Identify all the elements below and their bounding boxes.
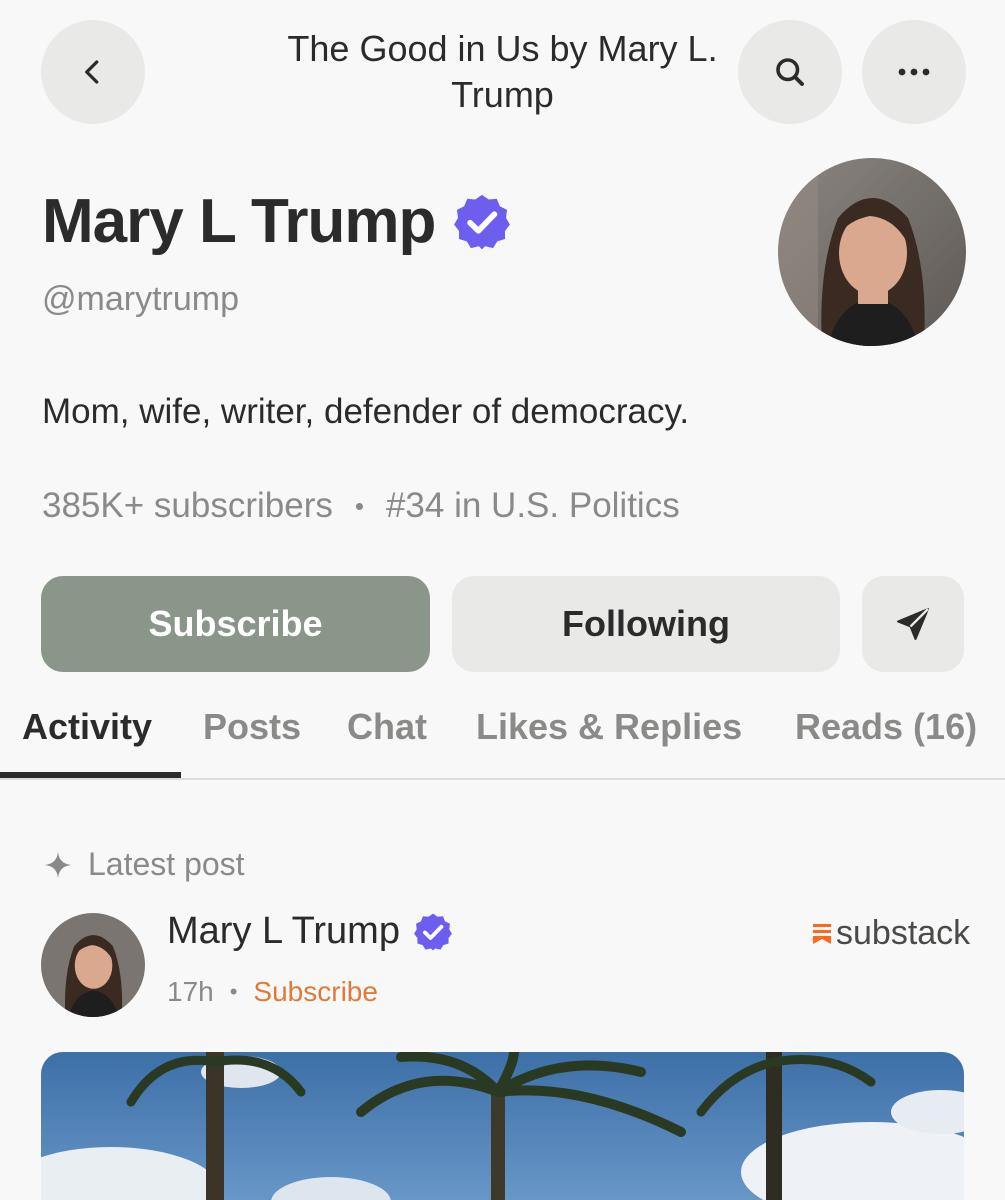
profile-tabs: Activity Posts Chat Likes & Replies Read… xyxy=(0,702,1005,780)
following-button[interactable]: Following xyxy=(452,576,840,672)
latest-post-text: Latest post xyxy=(88,846,245,882)
tab-activity[interactable]: Activity xyxy=(22,706,152,748)
publication-title: The Good in Us by Mary L. Trump xyxy=(287,28,718,115)
latest-post-label: Latest post xyxy=(42,846,245,883)
post-meta: 17h • Subscribe xyxy=(167,976,378,1008)
avatar-photo xyxy=(778,158,966,346)
category-ranking[interactable]: #34 in U.S. Politics xyxy=(386,486,680,526)
post-cover-image[interactable] xyxy=(41,1052,964,1200)
search-icon xyxy=(776,58,804,86)
more-options-button[interactable] xyxy=(862,20,966,124)
tab-chat[interactable]: Chat xyxy=(347,706,427,748)
search-button[interactable] xyxy=(738,20,842,124)
active-tab-indicator xyxy=(0,772,181,778)
substack-wordmark: substack xyxy=(836,914,971,952)
profile-page: The Good in Us by Mary L. Trump Mary L T… xyxy=(0,0,1005,1200)
verified-badge-icon xyxy=(454,194,511,249)
profile-stats: 385K+ subscribers • #34 in U.S. Politics xyxy=(42,486,680,526)
tab-posts[interactable]: Posts xyxy=(203,706,301,748)
more-horizontal-icon xyxy=(898,68,930,76)
post-author[interactable]: Mary L Trump xyxy=(167,910,454,953)
post-author-name: Mary L Trump xyxy=(167,910,400,952)
subscribe-button[interactable]: Subscribe xyxy=(41,576,430,672)
separator-dot: • xyxy=(229,979,238,1004)
send-icon xyxy=(897,608,929,640)
tab-likes-replies[interactable]: Likes & Replies xyxy=(476,706,742,748)
profile-name: Mary L Trump xyxy=(42,186,513,257)
profile-name-text: Mary L Trump xyxy=(42,187,436,256)
share-button[interactable] xyxy=(862,576,964,672)
sparkle-icon xyxy=(44,851,72,878)
substack-logo: substack xyxy=(812,914,970,953)
post-subscribe-link[interactable]: Subscribe xyxy=(253,976,378,1008)
subscriber-count: 385K+ subscribers xyxy=(42,486,333,525)
post-time: 17h xyxy=(167,976,214,1007)
palm-trees-photo xyxy=(41,1052,964,1200)
profile-avatar[interactable] xyxy=(778,158,966,346)
post-author-avatar[interactable] xyxy=(41,913,145,1017)
tab-reads[interactable]: Reads (16) xyxy=(795,706,977,748)
profile-handle: @marytrump xyxy=(42,280,239,318)
substack-icon xyxy=(813,923,831,944)
verified-badge-icon xyxy=(414,913,452,951)
back-button[interactable] xyxy=(41,20,145,124)
profile-bio: Mom, wife, writer, defender of democracy… xyxy=(42,392,690,431)
separator-dot: • xyxy=(354,490,364,521)
avatar-photo xyxy=(41,913,145,1017)
chevron-left-icon xyxy=(85,60,99,84)
